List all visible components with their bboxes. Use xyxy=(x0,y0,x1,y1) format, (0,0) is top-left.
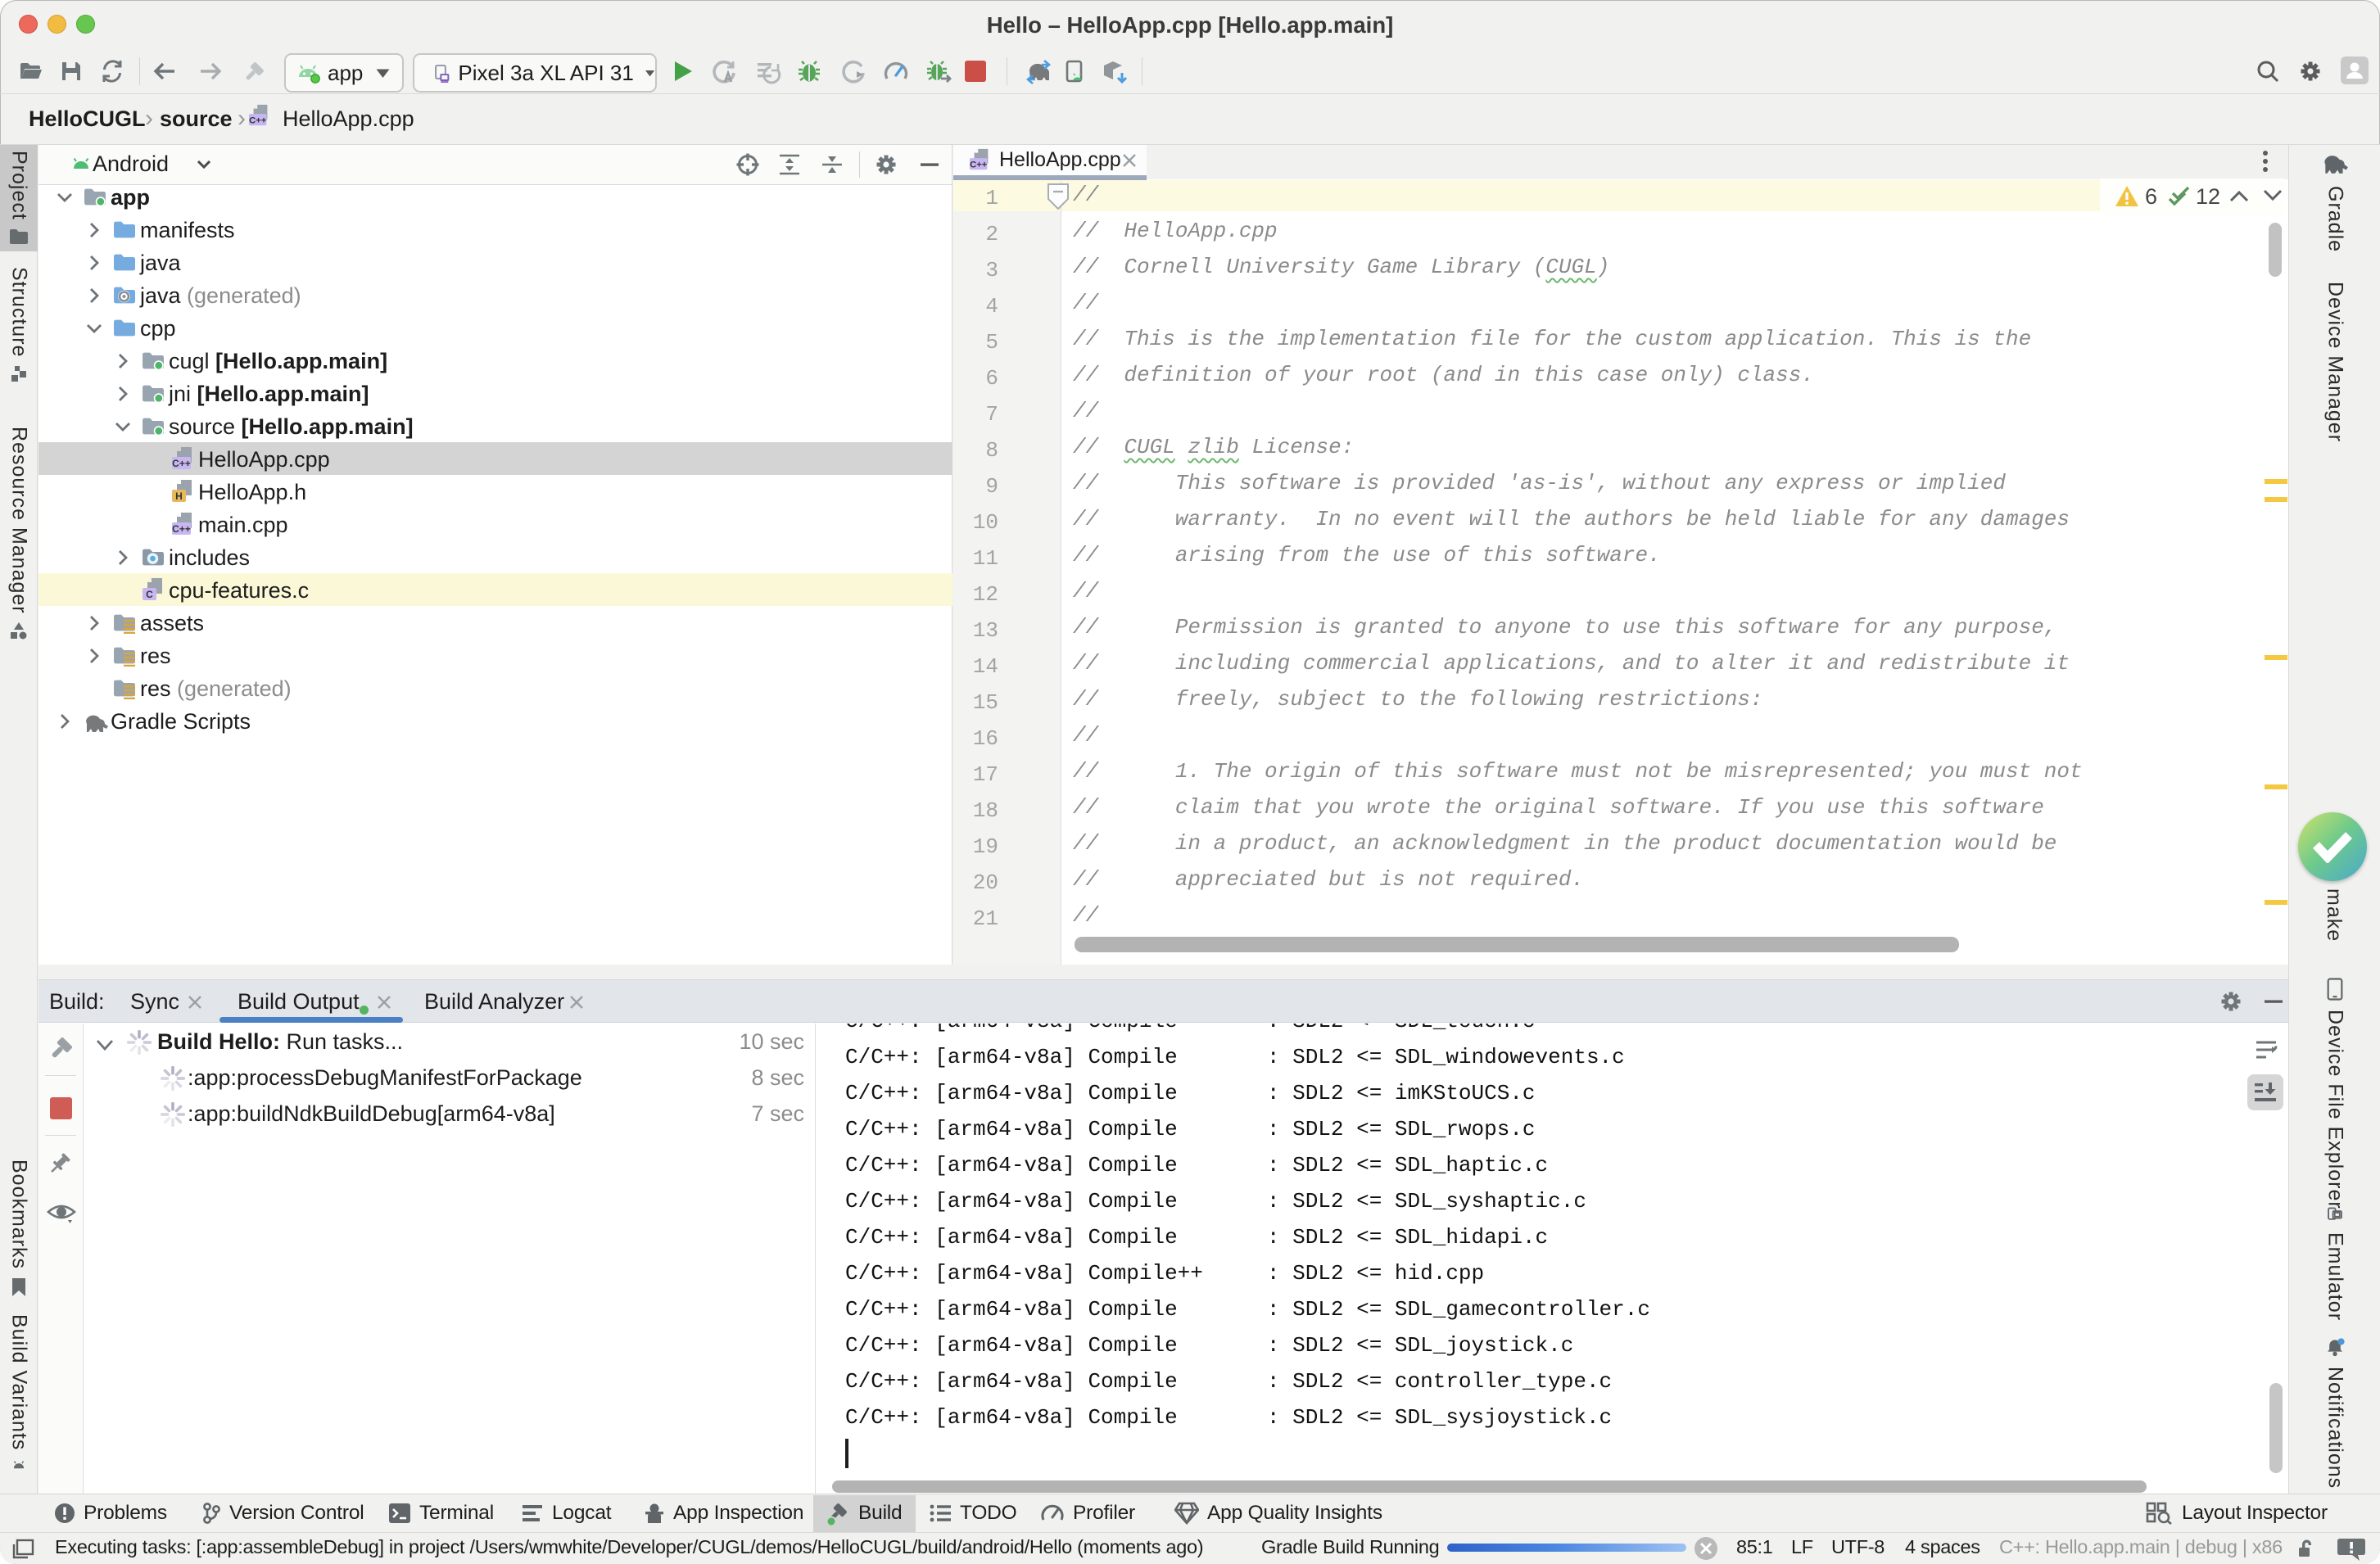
svg-text:C++: C++ xyxy=(249,115,267,125)
svg-text:C++: C++ xyxy=(172,523,191,535)
svg-text:C++: C++ xyxy=(970,160,988,170)
svg-text:H: H xyxy=(175,490,183,502)
svg-text:C: C xyxy=(146,589,153,600)
svg-text:C++: C++ xyxy=(172,458,191,469)
